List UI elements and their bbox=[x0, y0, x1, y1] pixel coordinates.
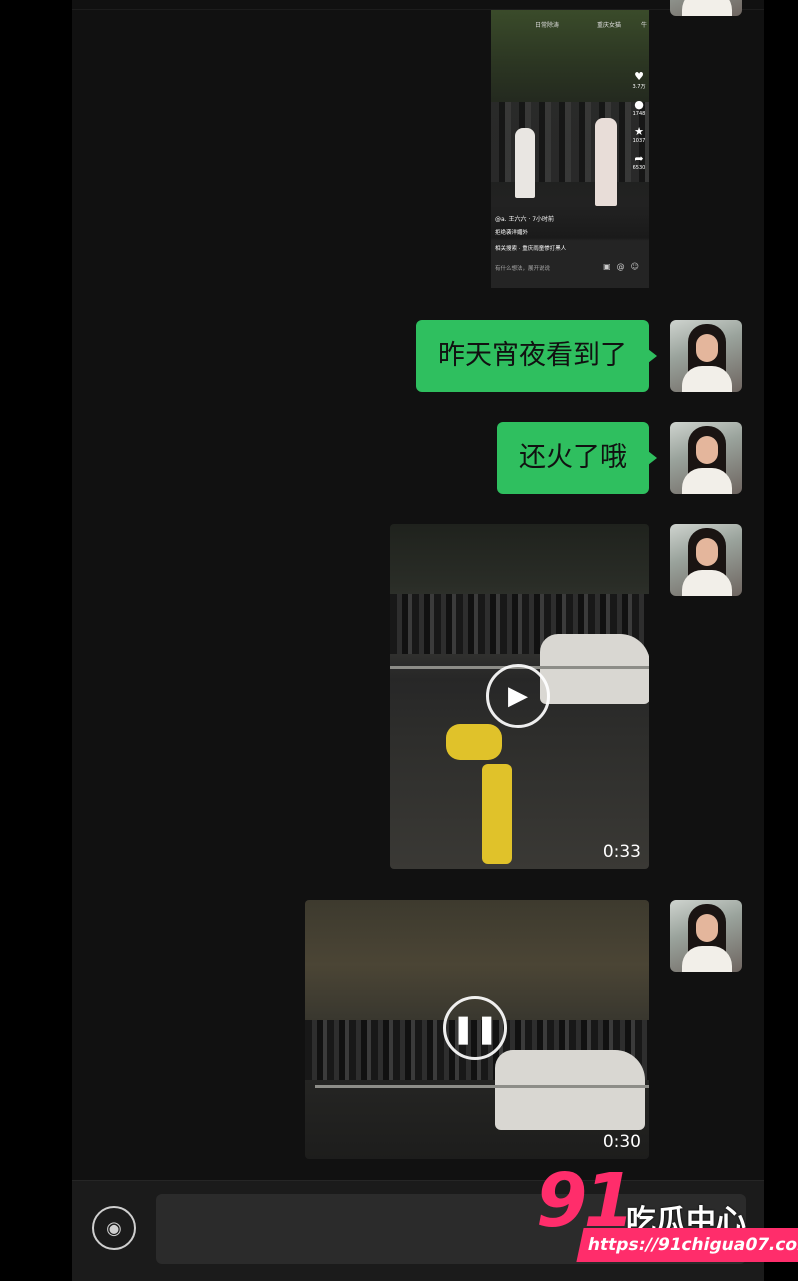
scooter bbox=[482, 764, 512, 864]
screenshot-image-message[interactable]: 日常除涛 重庆女猫 牛 ♥ 3.7万 ● 1748 ★ 1037 ➦ 6530 @a. … bbox=[491, 10, 649, 288]
avatar[interactable] bbox=[670, 900, 742, 972]
car bbox=[540, 634, 649, 704]
screenshot-tabs: 日常除涛 重庆女猫 牛 bbox=[535, 22, 648, 29]
voice-icon[interactable]: ◉ bbox=[92, 1206, 136, 1250]
rider bbox=[446, 724, 502, 760]
screenshot-sidebar: ♥ 3.7万 ● 1748 ★ 1037 ➦ 6530 bbox=[632, 70, 646, 171]
heart-icon: ♥ bbox=[634, 70, 644, 83]
comment-icon: ● bbox=[634, 98, 644, 111]
screenshot-related-search: 相关搜索 · 重庆雨童惨打黑人 bbox=[495, 246, 567, 252]
person-figure bbox=[595, 118, 617, 206]
star-icon: ★ bbox=[634, 125, 644, 138]
screenshot-comment-icons: ▣@☺ bbox=[603, 262, 645, 271]
play-icon[interactable]: ▶ bbox=[486, 664, 550, 728]
video-duration: 0:33 bbox=[602, 842, 641, 862]
share-icon: ➦ bbox=[634, 152, 644, 165]
pause-icon[interactable]: ❚❚ bbox=[443, 996, 507, 1060]
video-message[interactable]: ❚❚ 0:30 bbox=[305, 900, 649, 1159]
avatar[interactable] bbox=[670, 320, 742, 392]
person-figure bbox=[515, 128, 535, 198]
message-bubble[interactable]: 还火了哦 bbox=[497, 422, 657, 494]
divider bbox=[72, 9, 764, 10]
screenshot-username: @a. 王六六 · 7小时前 bbox=[495, 216, 555, 223]
avatar[interactable] bbox=[670, 524, 742, 596]
car bbox=[495, 1050, 645, 1130]
video-duration: 0:30 bbox=[602, 1132, 641, 1152]
railing bbox=[315, 1085, 649, 1088]
avatar[interactable] bbox=[670, 422, 742, 494]
avatar[interactable] bbox=[670, 0, 742, 16]
video-message[interactable]: ▶ 0:33 bbox=[390, 524, 649, 869]
screenshot-description: 拒绝袭洋媚外 bbox=[495, 230, 529, 236]
watermark-url: https://91chigua07.com bbox=[576, 1228, 798, 1262]
screenshot-comment-placeholder: 有什么想法，展开说说 bbox=[495, 266, 551, 272]
message-bubble[interactable]: 昨天宵夜看到了 bbox=[416, 320, 657, 392]
